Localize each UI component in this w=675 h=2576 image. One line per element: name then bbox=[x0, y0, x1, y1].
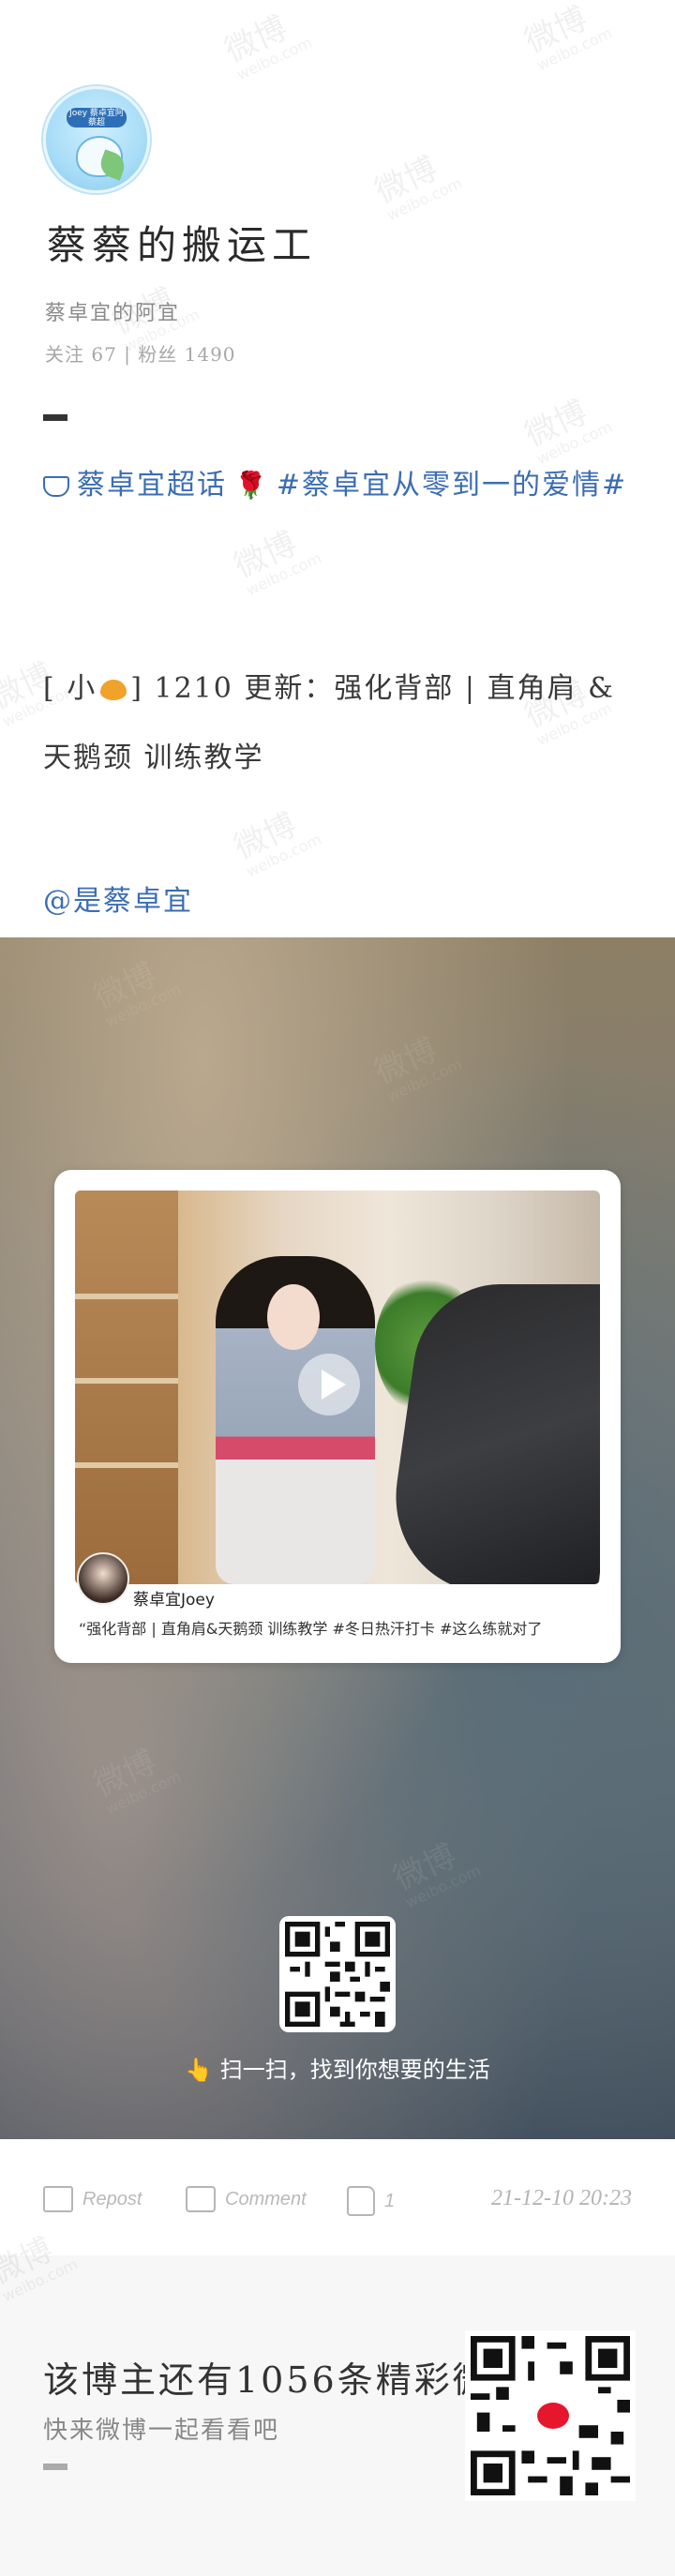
comment-label: Comment bbox=[225, 2188, 307, 2209]
play-icon[interactable] bbox=[298, 1354, 360, 1415]
thumbnail-shelf bbox=[75, 1191, 178, 1584]
topic-link[interactable]: 蔡卓宜超话 bbox=[77, 469, 227, 502]
heart-icon bbox=[100, 680, 128, 700]
rose-icon: 🌹 bbox=[234, 470, 269, 501]
like-button[interactable]: 1 bbox=[347, 2186, 395, 2216]
video-caption: “强化背部 | 直角肩&天鹅颈 训练教学 #冬日热汗打卡 #这么练就对了 bbox=[79, 1620, 543, 1638]
author-name[interactable]: 蔡蔡的搬运工 bbox=[47, 214, 317, 271]
topic-line: 蔡卓宜超话 🌹 #蔡卓宜从零到一的爱情# bbox=[43, 454, 643, 517]
avatar-label: Joey 蔡卓宜阿蔡超 bbox=[67, 108, 127, 127]
divider-dash bbox=[43, 414, 68, 421]
profile-avatar[interactable]: Joey 蔡卓宜阿蔡超 bbox=[43, 86, 150, 193]
scan-prompt: 👆 扫一扫，找到你想要的生活 bbox=[185, 2057, 490, 2083]
qr-code-icon[interactable] bbox=[465, 2330, 636, 2501]
promo-subtitle: 快来微博一起看看吧 bbox=[43, 2417, 280, 2445]
divider-dash bbox=[43, 2464, 68, 2470]
video-author-avatar bbox=[77, 1552, 129, 1605]
author-stats: 关注 67 | 粉丝 1490 bbox=[45, 343, 236, 366]
watermark: 微博weibo.com bbox=[228, 805, 324, 881]
diamond-icon bbox=[43, 476, 69, 497]
weibo-logo-icon bbox=[534, 2400, 572, 2432]
qr-code-icon bbox=[279, 1916, 396, 2032]
video-author: 蔡卓宜Joey bbox=[133, 1591, 215, 1610]
post-text: [ 小] 1210 更新：强化背部 | 直角肩 & 天鹅颈 训练教学 bbox=[43, 654, 643, 793]
comment-icon bbox=[186, 2186, 216, 2212]
watermark: 微博weibo.com bbox=[218, 8, 315, 84]
post-text-prefix: [ 小 bbox=[43, 672, 98, 705]
thumbnail-face bbox=[267, 1284, 320, 1350]
repost-icon bbox=[43, 2186, 73, 2212]
mention-link[interactable]: @是蔡卓宜 bbox=[43, 877, 193, 919]
like-count: 1 bbox=[384, 2190, 396, 2211]
watermark: 微博weibo.com bbox=[518, 0, 615, 75]
comment-button[interactable]: Comment bbox=[186, 2186, 307, 2212]
watermark: 微博weibo.com bbox=[368, 149, 465, 225]
action-bar: Repost Comment 1 21-12-10 20:23 bbox=[0, 2143, 675, 2255]
post-timestamp: 21-12-10 20:23 bbox=[491, 2186, 632, 2210]
promo-title: 该博主还有1056条精彩微博 bbox=[43, 2359, 484, 2401]
author-subtitle: 蔡卓宜的阿宜 bbox=[45, 302, 181, 325]
post-text-body: ] 1210 更新：强化背部 | 直角肩 & 天鹅颈 训练教学 bbox=[43, 672, 615, 774]
repost-label: Repost bbox=[82, 2188, 142, 2209]
like-icon bbox=[347, 2186, 375, 2216]
repost-button[interactable]: Repost bbox=[43, 2186, 142, 2212]
watermark: 微博weibo.com bbox=[228, 524, 324, 600]
hashtag-link[interactable]: #蔡卓宜从零到一的爱情# bbox=[277, 469, 627, 502]
